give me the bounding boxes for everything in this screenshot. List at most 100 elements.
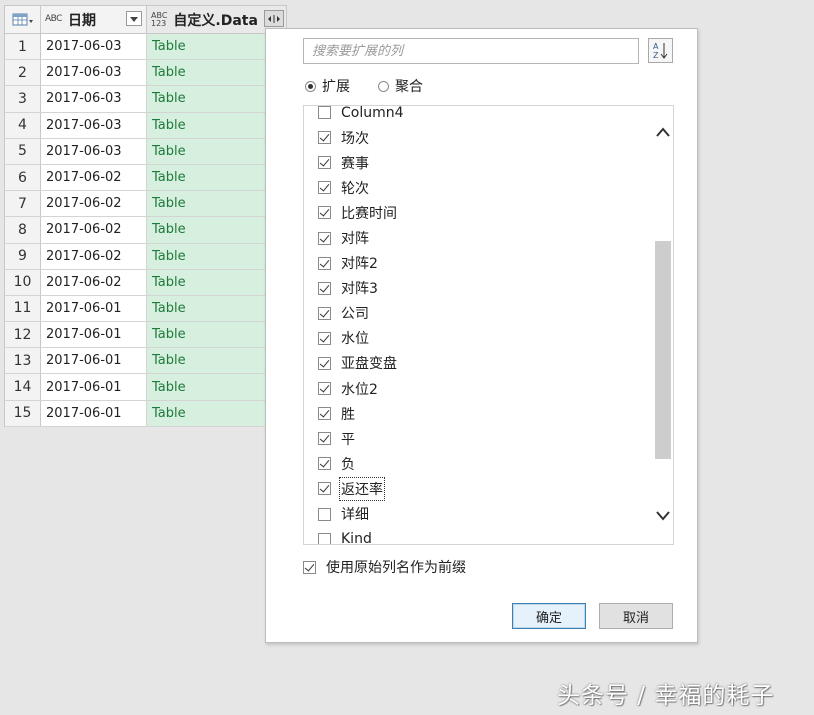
date-cell[interactable]: 2017-06-01 xyxy=(41,400,147,426)
scroll-up-button[interactable] xyxy=(653,122,673,142)
column-option[interactable]: 对阵 xyxy=(304,225,652,250)
row-number[interactable]: 10 xyxy=(5,269,41,295)
scroll-down-button[interactable] xyxy=(653,506,673,526)
column-checkbox[interactable] xyxy=(318,382,331,396)
column-checkbox[interactable] xyxy=(318,407,331,421)
table-row[interactable]: 11 2017-06-01 Table xyxy=(5,295,287,323)
column-option[interactable]: 赛事 xyxy=(304,150,652,175)
expand-column-icon[interactable] xyxy=(264,10,284,27)
table-row[interactable]: 14 2017-06-01 Table xyxy=(5,374,287,401)
date-cell[interactable]: 2017-06-03 xyxy=(41,112,147,138)
row-number[interactable]: 4 xyxy=(5,112,41,138)
row-number[interactable]: 13 xyxy=(5,348,41,374)
row-number[interactable]: 9 xyxy=(5,243,41,269)
table-row[interactable]: 15 2017-06-01 Table xyxy=(5,400,287,427)
column-checkbox[interactable] xyxy=(318,206,331,220)
search-columns-input[interactable] xyxy=(303,38,639,64)
column-checkbox[interactable] xyxy=(318,482,331,496)
cancel-button[interactable]: 取消 xyxy=(599,603,673,629)
date-cell[interactable]: 2017-06-02 xyxy=(41,243,147,269)
column-checkbox[interactable] xyxy=(318,507,331,521)
column-checkbox[interactable] xyxy=(318,181,331,195)
column-checkbox[interactable] xyxy=(318,331,331,345)
checklist-scrollbar[interactable] xyxy=(653,106,673,544)
table-row[interactable]: 10 2017-06-02 Table xyxy=(5,269,287,296)
table-row[interactable]: 13 2017-06-01 Table xyxy=(5,348,287,375)
column-checkbox[interactable] xyxy=(318,231,331,245)
column-option[interactable]: 负 xyxy=(304,451,652,476)
row-number[interactable]: 8 xyxy=(5,217,41,243)
date-cell[interactable]: 2017-06-03 xyxy=(41,60,147,86)
table-row[interactable]: 5 2017-06-03 Table xyxy=(5,138,287,165)
row-number[interactable]: 11 xyxy=(5,295,41,322)
date-cell[interactable]: 2017-06-02 xyxy=(41,217,147,243)
date-cell[interactable]: 2017-06-01 xyxy=(41,322,147,348)
row-number[interactable]: 7 xyxy=(5,191,41,217)
radio-expand-indicator[interactable] xyxy=(305,80,316,92)
table-row[interactable]: 6 2017-06-02 Table xyxy=(5,164,287,192)
column-option[interactable]: 水位 xyxy=(304,326,652,351)
column-checkbox[interactable] xyxy=(318,106,331,120)
column-option[interactable]: 公司 xyxy=(304,301,652,326)
use-prefix-checkbox[interactable] xyxy=(303,560,316,574)
date-cell[interactable]: 2017-06-02 xyxy=(41,191,147,217)
column-option[interactable]: 水位2 xyxy=(304,376,652,401)
column-checkbox[interactable] xyxy=(318,532,331,544)
row-number[interactable]: 5 xyxy=(5,138,41,164)
row-number[interactable]: 1 xyxy=(5,34,41,60)
date-cell[interactable]: 2017-06-02 xyxy=(41,164,147,191)
scrollbar-thumb[interactable] xyxy=(655,241,671,459)
column-checkbox[interactable] xyxy=(318,131,331,145)
table-menu-button[interactable] xyxy=(5,6,41,33)
table-row[interactable]: 4 2017-06-03 Table xyxy=(5,112,287,139)
column-option[interactable]: 比赛时间 xyxy=(304,200,652,225)
table-row[interactable]: 2 2017-06-03 Table xyxy=(5,60,287,87)
date-cell[interactable]: 2017-06-01 xyxy=(41,374,147,400)
column-option[interactable]: 返还率 xyxy=(304,476,652,501)
column-option[interactable]: 胜 xyxy=(304,401,652,426)
column-option[interactable]: 对阵2 xyxy=(304,251,652,276)
column-checkbox[interactable] xyxy=(318,432,331,446)
date-cell[interactable]: 2017-06-01 xyxy=(41,348,147,374)
column-header-date[interactable]: ABC 日期 xyxy=(41,6,147,33)
radio-aggregate-indicator[interactable] xyxy=(378,80,389,92)
column-option[interactable]: 详细 xyxy=(304,502,652,527)
table-row[interactable]: 8 2017-06-02 Table xyxy=(5,217,287,244)
column-checkbox[interactable] xyxy=(318,281,331,295)
date-cell[interactable]: 2017-06-02 xyxy=(41,269,147,295)
column-checkbox[interactable] xyxy=(318,457,331,471)
table-row[interactable]: 1 2017-06-03 Table xyxy=(5,34,287,61)
column-checkbox[interactable] xyxy=(318,256,331,270)
column-option[interactable]: Column4 xyxy=(304,106,652,125)
column-option[interactable]: 对阵3 xyxy=(304,276,652,301)
row-number[interactable]: 14 xyxy=(5,374,41,400)
radio-aggregate[interactable]: 聚合 xyxy=(378,76,423,96)
use-prefix-option[interactable]: 使用原始列名作为前缀 xyxy=(303,557,466,577)
table-row[interactable]: 3 2017-06-03 Table xyxy=(5,86,287,113)
row-number[interactable]: 2 xyxy=(5,60,41,86)
table-row[interactable]: 7 2017-06-02 Table xyxy=(5,191,287,218)
row-number[interactable]: 15 xyxy=(5,400,41,426)
row-number[interactable]: 3 xyxy=(5,86,41,112)
column-option[interactable]: 亚盘变盘 xyxy=(304,351,652,376)
filter-dropdown-icon[interactable] xyxy=(126,11,142,26)
date-cell[interactable]: 2017-06-03 xyxy=(41,34,147,60)
radio-expand[interactable]: 扩展 xyxy=(305,76,350,96)
table-row[interactable]: 9 2017-06-02 Table xyxy=(5,243,287,270)
column-option[interactable]: 轮次 xyxy=(304,175,652,200)
chevron-up-icon xyxy=(656,127,670,137)
date-cell[interactable]: 2017-06-01 xyxy=(41,295,147,322)
ok-button[interactable]: 确定 xyxy=(512,603,586,629)
column-option[interactable]: Kind xyxy=(304,527,652,544)
date-cell[interactable]: 2017-06-03 xyxy=(41,138,147,164)
date-cell[interactable]: 2017-06-03 xyxy=(41,86,147,112)
row-number[interactable]: 12 xyxy=(5,322,41,348)
column-checkbox[interactable] xyxy=(318,306,331,320)
column-checkbox[interactable] xyxy=(318,156,331,170)
table-row[interactable]: 12 2017-06-01 Table xyxy=(5,322,287,349)
column-checkbox[interactable] xyxy=(318,356,331,370)
sort-az-button[interactable]: A Z xyxy=(648,38,673,63)
column-option[interactable]: 平 xyxy=(304,426,652,451)
row-number[interactable]: 6 xyxy=(5,164,41,191)
column-option[interactable]: 场次 xyxy=(304,125,652,150)
